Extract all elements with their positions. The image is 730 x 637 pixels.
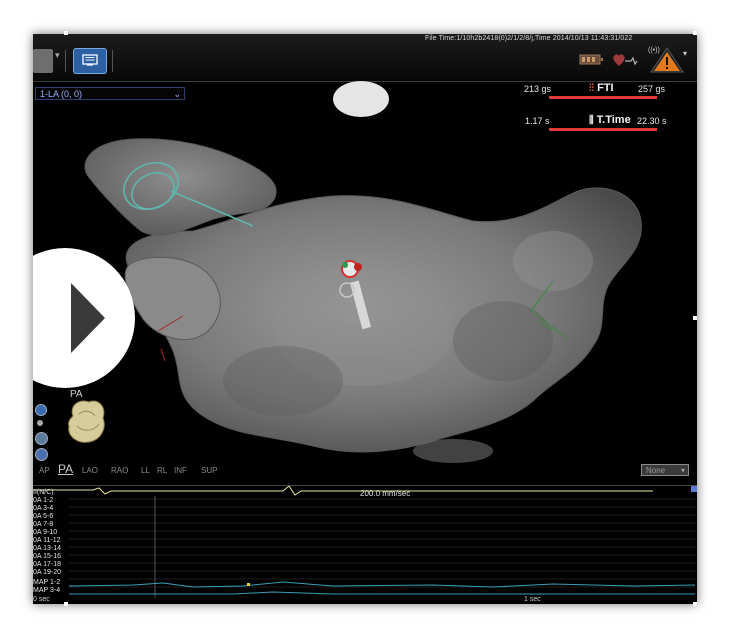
crop-handle: [64, 31, 68, 35]
ecg-lead-label: 0A 7-8: [33, 521, 54, 528]
tab-inf[interactable]: INF: [174, 466, 187, 475]
ecg-lead-label: 0A 13-14: [33, 545, 62, 552]
battery-icon[interactable]: [579, 54, 605, 66]
t-time-min-value: 1.17 s: [525, 116, 550, 126]
marker-oval: [333, 81, 389, 117]
tab-rl[interactable]: RL: [157, 466, 167, 475]
zoom-slider-handle[interactable]: [35, 404, 47, 416]
ecg-lead-label: 0A 17-18: [33, 561, 62, 568]
chevron-down-icon: ▾: [680, 466, 685, 475]
tab-pa[interactable]: PA: [58, 462, 73, 476]
fti-icon: ⫶⫶: [589, 83, 594, 94]
svg-text:((•)): ((•)): [648, 47, 660, 54]
time-mid-label: 1 sec: [524, 596, 541, 603]
chevron-down-icon[interactable]: ▾: [55, 50, 60, 61]
heart-orientation-thumbnail[interactable]: [63, 396, 111, 448]
heart-icon[interactable]: [611, 52, 639, 68]
file-time-status: File Time:1/10h2b2418(0)2/1/2/8/j,Time 2…: [425, 35, 633, 42]
map-selector[interactable]: 1-LA (0, 0) ⌄: [35, 87, 185, 100]
time-start-label: 0 sec: [33, 596, 50, 603]
overlay-select[interactable]: None ▾: [641, 464, 689, 476]
svg-text:▾: ▾: [683, 49, 687, 58]
t-time-max-value: 22.30 s: [637, 116, 667, 126]
ecg-panel[interactable]: 200.0 mm/sec II(N/C) 0A 1-2 0A 3-4 0A 5-…: [33, 485, 697, 604]
t-time-icon: ⫼: [589, 115, 594, 126]
reset-view-icon[interactable]: [35, 448, 48, 461]
ecg-lead-label: MAP 1-2: [33, 579, 61, 586]
play-icon: [71, 283, 105, 353]
crop-handle: [693, 602, 697, 606]
toolbar-divider: [112, 50, 113, 72]
fti-label: ⫶⫶ FTI: [589, 82, 614, 94]
app-window: File Time:1/10h2b2418(0)2/1/2/8/j,Time 2…: [33, 34, 697, 604]
ecg-lead-label: 0A 15-16: [33, 553, 62, 560]
ecg-lead-label: MAP 3-4: [33, 587, 61, 594]
ecg-lead-label: II(N/C): [33, 489, 54, 496]
map-selector-value: 1-LA (0, 0): [40, 89, 83, 99]
t-time-label: ⫼ T.Time: [589, 114, 631, 126]
tab-ap[interactable]: AP: [39, 466, 50, 475]
toolbar: File Time:1/10h2b2418(0)2/1/2/8/j,Time 2…: [33, 34, 697, 82]
crop-handle: [693, 316, 697, 320]
fti-bar: [549, 96, 657, 99]
ecg-lead-label: 0A 3-4: [33, 505, 54, 512]
overlay-select-value: None: [646, 466, 666, 475]
settings-icon[interactable]: [33, 49, 53, 73]
chevron-down-icon: ⌄: [173, 89, 181, 99]
warning-icon[interactable]: ((•)) ▾: [645, 42, 689, 74]
zoom-out-icon[interactable]: [37, 420, 43, 426]
tab-rao[interactable]: RAO: [111, 466, 128, 475]
map-viewport[interactable]: [33, 81, 697, 488]
toolbar-divider: [65, 50, 66, 72]
ecg-lead-label: 0A 9-10: [33, 529, 58, 536]
rotate-icon[interactable]: [35, 432, 48, 445]
ecg-lead-label: 0A 11-12: [33, 537, 61, 544]
screen-icon: [82, 54, 98, 66]
ecg-lead-label: 0A 5-6: [33, 513, 54, 520]
tab-lao[interactable]: LAO: [82, 466, 98, 475]
ecg-lead-label: 0A 19-20: [33, 569, 62, 576]
ecg-lead-label: 0A 1-2: [33, 497, 54, 504]
fti-max-value: 257 gs: [638, 84, 666, 94]
anatomy-map[interactable]: [33, 81, 697, 488]
crop-handle: [64, 602, 68, 606]
ecg-traces: [33, 486, 696, 598]
crop-handle: [693, 31, 697, 35]
t-time-bar: [549, 128, 657, 131]
screen-button[interactable]: [73, 48, 107, 74]
tab-ll[interactable]: LL: [141, 466, 150, 475]
fti-min-value: 213 gs: [524, 84, 552, 94]
tab-sup[interactable]: SUP: [201, 466, 217, 475]
